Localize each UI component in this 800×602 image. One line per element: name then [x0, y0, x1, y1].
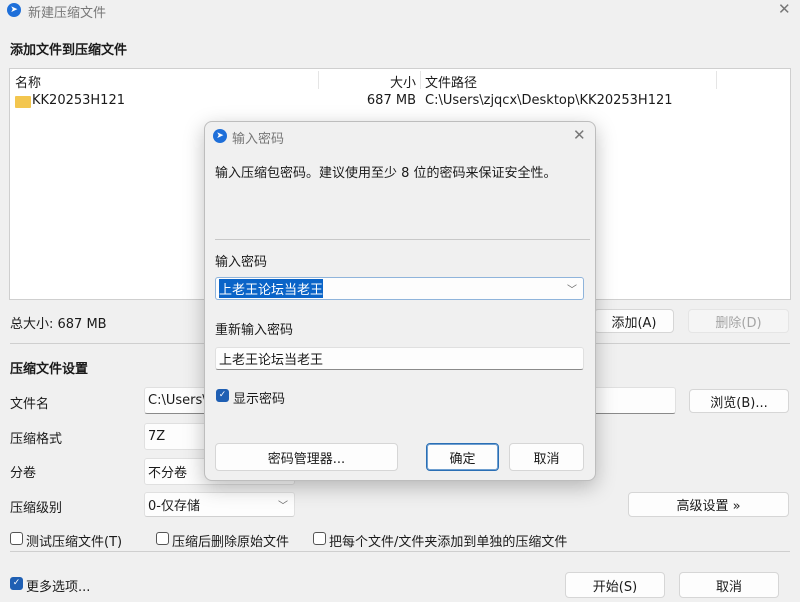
- password-label: 输入密码: [215, 255, 268, 270]
- test-archive-label[interactable]: 测试压缩文件(T): [26, 531, 122, 550]
- app-logo-icon: ➤: [7, 3, 21, 17]
- level-label: 压缩级别: [10, 501, 63, 516]
- password-value: 上老王论坛当老王: [219, 279, 324, 298]
- column-path[interactable]: 文件路径: [425, 72, 477, 91]
- filename-label: 文件名: [10, 397, 50, 412]
- dialog-close-icon[interactable]: ✕: [573, 126, 586, 144]
- dialog-logo-icon: ➤: [213, 129, 227, 143]
- password-manager-button[interactable]: 密码管理器...: [215, 443, 398, 471]
- level-value: 0-仅存储: [148, 499, 200, 514]
- close-icon[interactable]: ✕: [778, 0, 791, 18]
- advanced-settings-button[interactable]: 高级设置 »: [628, 492, 789, 517]
- chevron-down-icon: ﹀: [278, 501, 288, 512]
- cancel-button[interactable]: 取消: [679, 572, 779, 598]
- total-size: 总大小: 687 MB: [10, 317, 107, 332]
- delete-originals-checkbox[interactable]: [156, 532, 169, 545]
- files-heading: 添加文件到压缩文件: [10, 43, 128, 58]
- file-name: KK20253H121: [32, 93, 125, 108]
- level-select[interactable]: 0-仅存储 ﹀: [144, 492, 295, 517]
- dialog-cancel-button[interactable]: 取消: [509, 443, 584, 471]
- folder-icon: [15, 96, 31, 108]
- start-button[interactable]: 开始(S): [565, 572, 665, 598]
- settings-heading: 压缩文件设置: [10, 362, 89, 377]
- show-password-label[interactable]: 显示密码: [233, 388, 285, 407]
- split-label: 分卷: [10, 466, 37, 481]
- show-password-checkbox[interactable]: ✓: [216, 389, 229, 402]
- format-label: 压缩格式: [10, 432, 63, 447]
- file-path: C:\Users\zjqcx\Desktop\KK20253H121: [425, 93, 673, 108]
- browse-button[interactable]: 浏览(B)...: [689, 389, 789, 413]
- password-dialog: ➤ 输入密码 ✕ 输入压缩包密码。建议使用至少 8 位的密码来保证安全性。 输入…: [204, 121, 596, 481]
- chevron-down-icon[interactable]: ﹀: [567, 281, 577, 296]
- confirm-password-label: 重新输入密码: [215, 323, 294, 338]
- delete-originals-label[interactable]: 压缩后删除原始文件: [172, 531, 289, 550]
- add-button[interactable]: 添加(A): [594, 309, 674, 333]
- file-size: 687 MB: [366, 93, 416, 108]
- dialog-message: 输入压缩包密码。建议使用至少 8 位的密码来保证安全性。: [215, 166, 557, 181]
- separate-archives-label[interactable]: 把每个文件/文件夹添加到单独的压缩文件: [329, 531, 567, 550]
- test-archive-checkbox[interactable]: [10, 532, 23, 545]
- separate-archives-checkbox[interactable]: [313, 532, 326, 545]
- column-size[interactable]: 大小: [386, 72, 416, 91]
- password-input[interactable]: 上老王论坛当老王 ﹀: [215, 277, 584, 300]
- window-title: 新建压缩文件: [28, 6, 107, 21]
- ok-button[interactable]: 确定: [426, 443, 499, 471]
- delete-button[interactable]: 删除(D): [688, 309, 789, 333]
- more-options-label[interactable]: 更多选项...: [26, 576, 90, 595]
- confirm-password-input[interactable]: 上老王论坛当老王: [215, 347, 584, 370]
- column-name[interactable]: 名称: [15, 72, 41, 91]
- more-options-checkbox[interactable]: ✓: [10, 577, 23, 590]
- dialog-title: 输入密码: [232, 132, 285, 147]
